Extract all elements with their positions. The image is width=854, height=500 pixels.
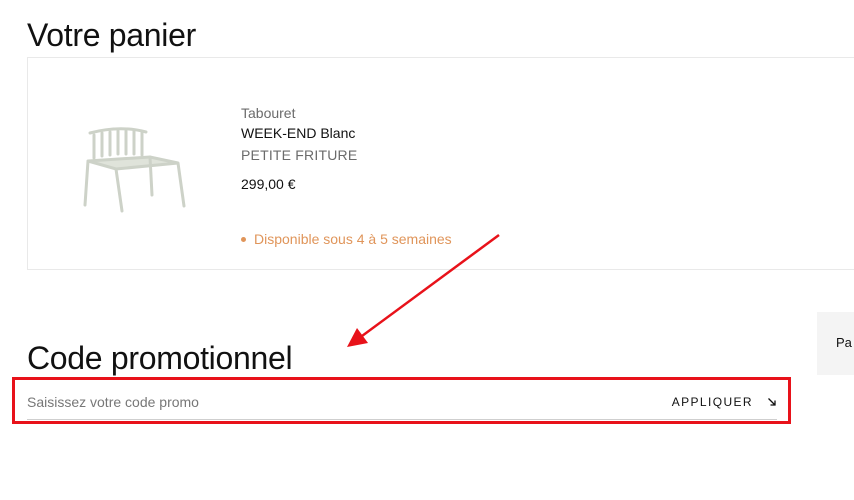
availability-status: Disponible sous 4 à 5 semaines bbox=[241, 231, 452, 247]
order-summary-panel: Pa bbox=[817, 312, 854, 375]
product-brand: PETITE FRITURE bbox=[241, 147, 358, 163]
availability-dot-icon bbox=[241, 236, 246, 242]
apply-promo-button[interactable]: APPLIQUER bbox=[672, 391, 777, 413]
promo-code-form: APPLIQUER bbox=[27, 389, 777, 420]
promo-code-input[interactable] bbox=[27, 389, 627, 415]
product-name[interactable]: WEEK-END Blanc bbox=[241, 125, 355, 141]
promo-section-title: Code promotionnel bbox=[27, 339, 293, 376]
availability-text: Disponible sous 4 à 5 semaines bbox=[254, 231, 452, 247]
page-title: Votre panier bbox=[27, 17, 196, 54]
product-image[interactable] bbox=[80, 123, 190, 213]
cart-item-card: Tabouret WEEK-END Blanc PETITE FRITURE 2… bbox=[27, 57, 854, 270]
arrow-down-right-icon bbox=[768, 398, 776, 406]
apply-button-label: APPLIQUER bbox=[671, 395, 753, 409]
product-price: 299,00 € bbox=[241, 176, 296, 192]
product-type: Tabouret bbox=[241, 105, 296, 121]
order-summary-label: Pa bbox=[836, 335, 852, 350]
